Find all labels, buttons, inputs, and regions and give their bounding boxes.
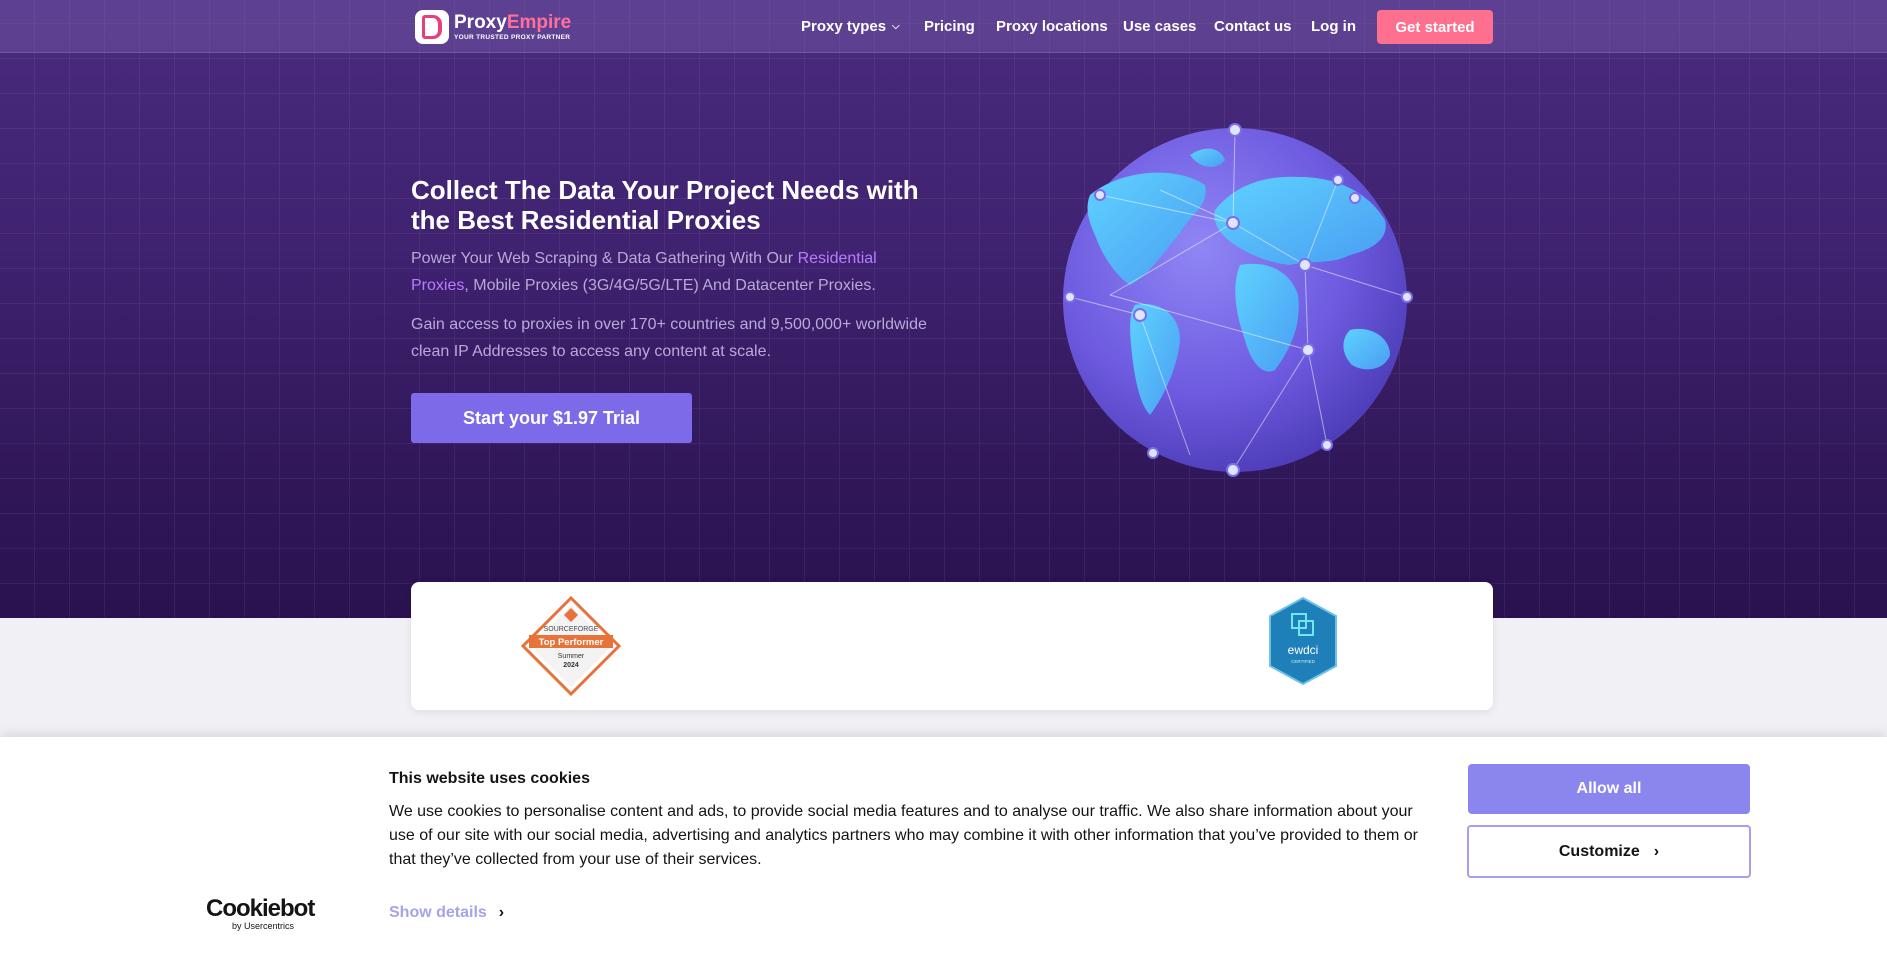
hero-description: Gain access to proxies in over 170+ coun…: [411, 316, 927, 360]
hero-subtitle: Power Your Web Scraping & Data Gathering…: [411, 250, 877, 294]
nav-proxy-locations[interactable]: Proxy locations: [996, 18, 1108, 35]
nav-use-cases[interactable]: Use cases: [1123, 18, 1196, 35]
site-header: ProxyEmpire YOUR TRUSTED PROXY PARTNER P…: [0, 0, 1887, 53]
badges-card: SOURCEFORGE Top Performer Summer 2024 ew…: [411, 582, 1493, 710]
show-details-link[interactable]: Show details ›: [389, 904, 504, 922]
logo-tagline: YOUR TRUSTED PROXY PARTNER: [454, 34, 571, 41]
sourceforge-season: Summer: [558, 653, 585, 660]
chevron-right-icon: ›: [498, 904, 505, 921]
globe-network-icon: [1063, 123, 1413, 477]
start-trial-button[interactable]: Start your $1.97 Trial: [411, 393, 692, 443]
cookie-banner: This website uses cookies We use cookies…: [0, 737, 1887, 953]
allow-all-button[interactable]: Allow all: [1468, 764, 1750, 814]
cookiebot-logo[interactable]: Cookiebot by Usercentrics: [206, 897, 315, 932]
sourceforge-label: Top Performer: [539, 637, 604, 648]
nav-contact-us[interactable]: Contact us: [1214, 18, 1292, 35]
hero-section: [0, 0, 1887, 618]
sourceforge-brand: SOURCEFORGE: [544, 626, 599, 633]
logo-icon: [415, 10, 449, 44]
cookie-text: We use cookies to personalise content an…: [389, 803, 1418, 868]
get-started-button[interactable]: Get started: [1377, 10, 1493, 44]
sourceforge-badge: SOURCEFORGE Top Performer Summer 2024: [521, 596, 621, 696]
logo-name: ProxyEmpire: [454, 12, 572, 33]
customize-button[interactable]: Customize ›: [1467, 825, 1751, 878]
chevron-right-icon: ›: [1653, 842, 1660, 860]
site-logo[interactable]: ProxyEmpire YOUR TRUSTED PROXY PARTNER: [415, 10, 571, 44]
ewdci-badge: ewdci CERTIFIED: [1269, 596, 1337, 686]
sourceforge-year: 2024: [563, 662, 579, 669]
ewdci-sub: CERTIFIED: [1291, 659, 1315, 664]
hero-background-pattern: [0, 0, 1887, 618]
ewdci-label: ewdci: [1288, 643, 1319, 657]
chevron-down-icon: ⌵: [892, 21, 900, 32]
cookie-title: This website uses cookies: [389, 770, 590, 787]
hero-title: Collect The Data Your Project Needs with…: [411, 175, 919, 235]
nav-proxy-types[interactable]: Proxy types ⌵: [801, 18, 900, 35]
nav-pricing[interactable]: Pricing: [924, 18, 975, 35]
nav-log-in[interactable]: Log in: [1311, 18, 1356, 35]
